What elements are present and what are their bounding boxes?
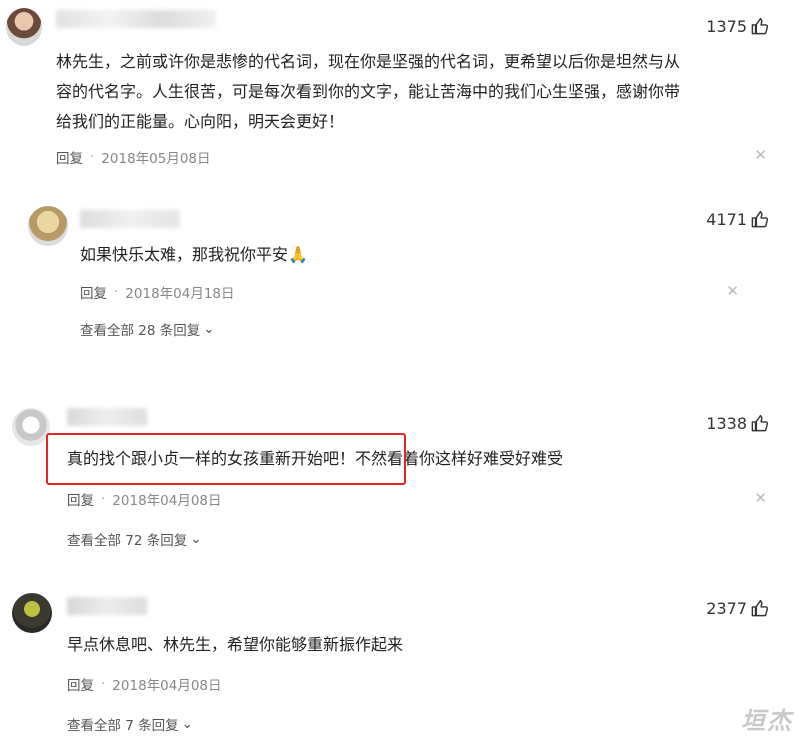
comment-date: 2018年04月08日	[112, 493, 222, 509]
comment-meta: 回复 · 2018年04月18日	[80, 282, 235, 302]
thumbs-up-icon	[750, 17, 769, 36]
separator-dot: ·	[101, 491, 106, 507]
chevron-down-icon: ⌄	[181, 716, 193, 732]
comment-meta: 回复 · 2018年04月08日	[67, 674, 222, 694]
username-blurred[interactable]	[67, 408, 147, 426]
like-button[interactable]: 2377	[706, 597, 769, 619]
comment-date: 2018年05月08日	[101, 151, 211, 167]
separator-dot: ·	[101, 676, 106, 692]
avatar[interactable]	[6, 8, 42, 46]
view-all-replies-button[interactable]: 查看全部 28 条回复 ⌄	[80, 319, 215, 339]
username-blurred[interactable]	[56, 10, 216, 28]
reply-button[interactable]: 回复	[80, 282, 107, 302]
close-icon[interactable]: ✕	[754, 489, 767, 507]
avatar[interactable]	[12, 408, 50, 446]
comment-text: 如果快乐太难，那我祝你平安🙏	[80, 245, 308, 264]
comment-date: 2018年04月18日	[125, 286, 235, 302]
highlight-box	[46, 433, 406, 485]
avatar[interactable]	[28, 206, 68, 246]
like-count: 4171	[706, 209, 747, 229]
reply-button[interactable]: 回复	[67, 489, 94, 509]
username-blurred[interactable]	[67, 597, 147, 615]
like-button[interactable]: 4171	[706, 208, 769, 230]
like-button[interactable]: 1375	[706, 15, 769, 37]
reply-button[interactable]: 回复	[56, 147, 83, 167]
avatar[interactable]	[12, 593, 52, 633]
like-count: 1338	[706, 413, 747, 433]
comment-meta: 回复 · 2018年05月08日	[56, 147, 211, 167]
reply-button[interactable]: 回复	[67, 674, 94, 694]
close-icon[interactable]: ✕	[754, 146, 767, 164]
separator-dot: ·	[90, 149, 95, 165]
like-count: 1375	[706, 16, 747, 36]
view-all-replies-button[interactable]: 查看全部 7 条回复 ⌄	[67, 714, 193, 734]
watermark: 垣杰	[741, 707, 793, 735]
close-icon[interactable]: ✕	[726, 282, 739, 300]
comment-date: 2018年04月08日	[112, 678, 222, 694]
comment-text: 早点休息吧、林先生，希望你能够重新振作起来	[67, 635, 404, 654]
thumbs-up-icon	[750, 599, 769, 618]
comment-meta: 回复 · 2018年04月08日	[67, 489, 222, 509]
like-button[interactable]: 1338	[706, 412, 769, 434]
like-count: 2377	[706, 598, 747, 618]
chevron-down-icon: ⌄	[203, 321, 215, 337]
separator-dot: ·	[114, 284, 119, 300]
thumbs-up-icon	[750, 414, 769, 433]
thumbs-up-icon	[750, 210, 769, 229]
view-all-replies-button[interactable]: 查看全部 72 条回复 ⌄	[67, 529, 202, 549]
chevron-down-icon: ⌄	[190, 531, 202, 547]
username-blurred[interactable]	[80, 210, 180, 228]
comment-text: 林先生，之前或许你是悲惨的代名词，现在你是坚强的代名词，更希望以后你是坦然与从 …	[56, 52, 681, 131]
